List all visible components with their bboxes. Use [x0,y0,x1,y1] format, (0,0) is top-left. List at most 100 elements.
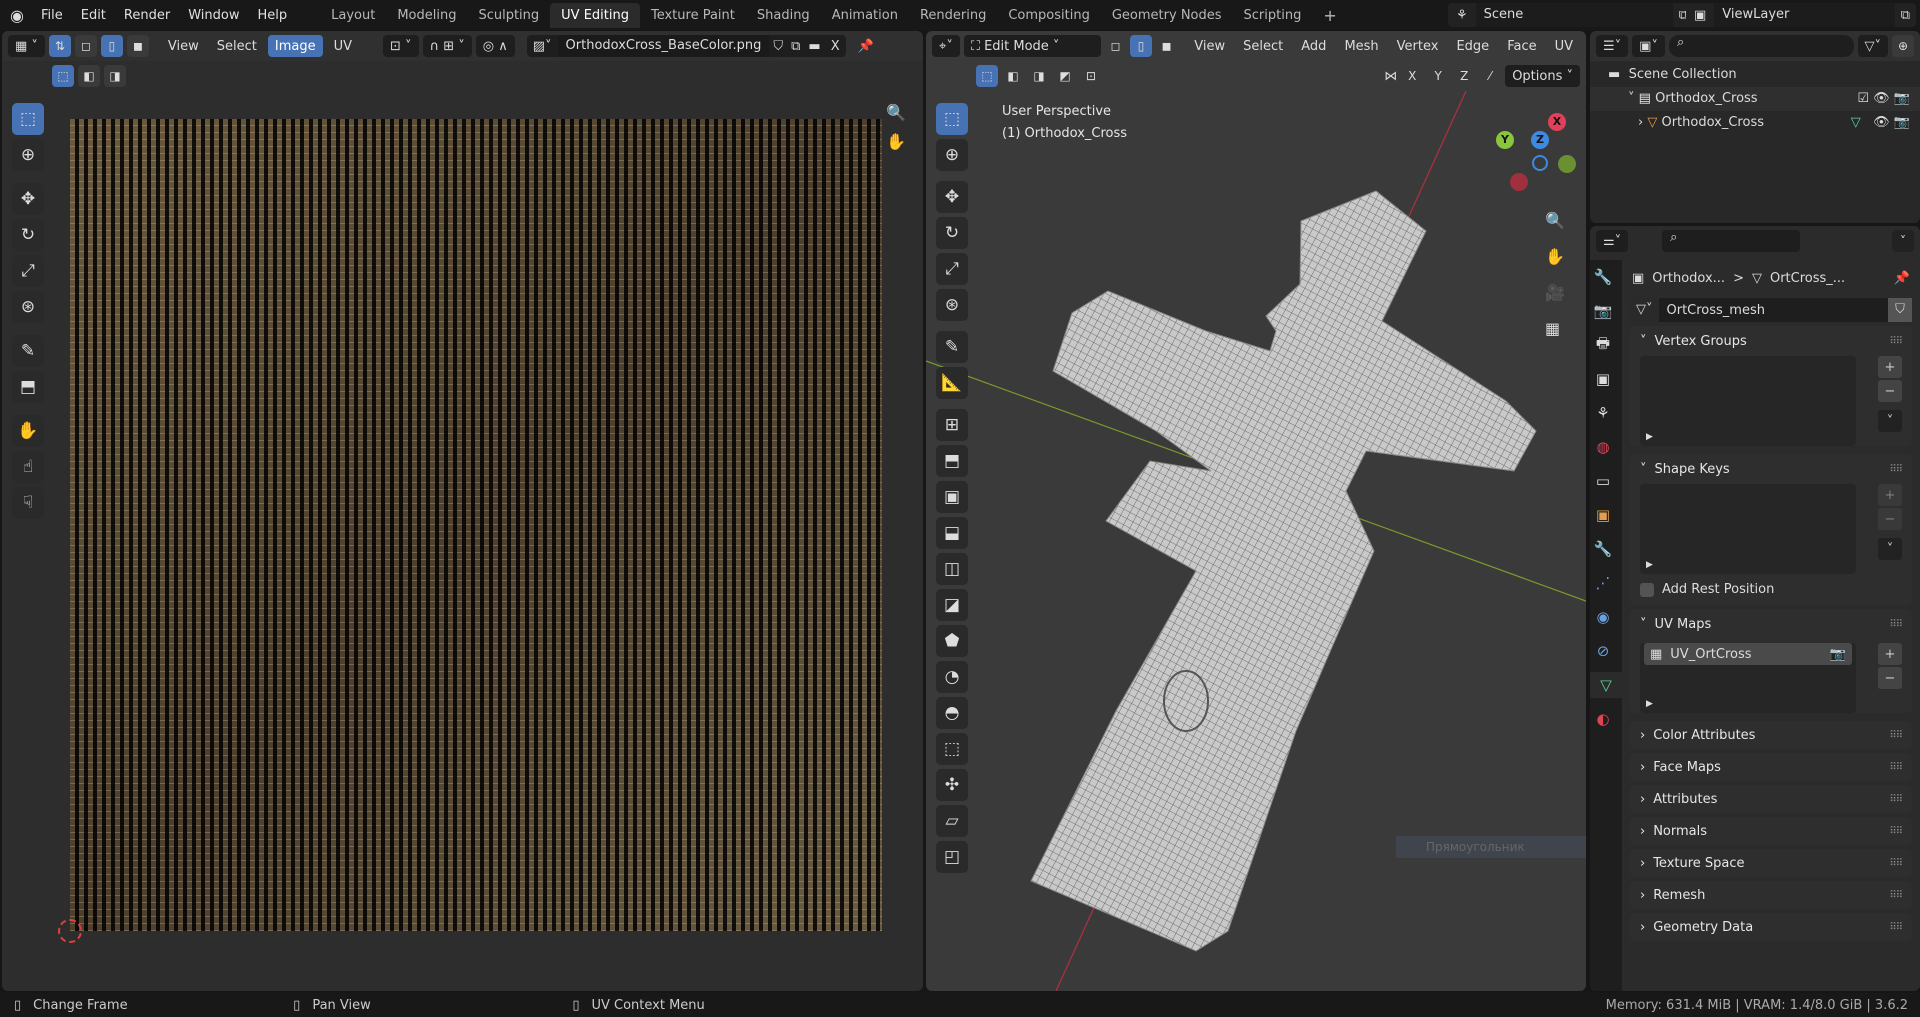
tab-scripting[interactable]: Scripting [1233,3,1313,28]
object-tab-icon[interactable]: ▣ [1590,502,1616,528]
navigation-gizmo[interactable]: Y Z X [1496,109,1576,191]
relax-tool-icon[interactable]: ☝ [12,451,44,483]
drag-handle-icon[interactable]: ⠿⠿ [1889,858,1903,869]
add-icon[interactable]: + [1878,643,1902,665]
gizmo-z[interactable]: Z [1531,131,1549,149]
panel-header[interactable]: › Color Attributes ⠿⠿ [1630,721,1912,749]
add-cube-tool-icon[interactable]: ⊞ [936,409,968,441]
outliner-object-row[interactable]: › ▽ Orthodox_Cross ▽ 👁 📷 [1608,111,1920,135]
outliner-scene-collection[interactable]: ▬ Scene Collection [1608,63,1920,87]
editor-type-icon[interactable]: ⚌˅ [1596,230,1629,252]
tab-rendering[interactable]: Rendering [909,3,997,28]
editor-type-icon[interactable]: ▦ ˅ [8,35,45,57]
options-chevron-icon[interactable]: ˅ [1892,230,1914,252]
drag-handle-icon[interactable]: ⠿⠿ [1889,890,1903,901]
view-layer-tab-icon[interactable]: ▣ [1590,366,1616,392]
poly-build-tool-icon[interactable]: ⬟ [936,625,968,657]
remove-icon[interactable]: − [1878,667,1902,689]
shear-tool-icon[interactable]: ▱ [936,805,968,837]
checkbox-icon[interactable]: ☑ [1857,91,1869,106]
add-rest-position-row[interactable]: Add Rest Position [1630,582,1912,605]
gizmo-y[interactable]: Y [1496,131,1514,149]
tab-layout[interactable]: Layout [320,3,386,28]
mesh-browse-icon[interactable]: ▽˅ [1630,298,1659,322]
mesh-data-icon[interactable]: ▽ [1851,115,1861,130]
new-image-icon[interactable]: ⧉ [787,39,804,54]
scene-tab-icon[interactable]: ⚘ [1590,400,1616,426]
move-tool-icon[interactable]: ✥ [936,181,968,213]
shrink-fatten-tool-icon[interactable]: ✣ [936,769,968,801]
unlink-image-button[interactable]: X [825,39,846,54]
annotate-tool-icon[interactable]: ✎ [936,331,968,363]
viewlayer-selector[interactable]: ▣ ViewLayer ⧉ [1686,3,1916,27]
mesh-name-input[interactable]: OrtCross_mesh [1659,303,1889,318]
select-subtract-icon[interactable]: ◨ [104,65,126,87]
chevron-down-icon[interactable]: ˅ [1878,538,1902,560]
output-tab-icon[interactable]: 🖶 [1590,332,1616,358]
loop-cut-tool-icon[interactable]: ◫ [936,553,968,585]
rip-tool-icon[interactable]: ⬒ [12,371,44,403]
image-name-field[interactable]: OrthodoxCross_BaseColor.png [557,35,770,57]
zoom-icon[interactable]: 🔍 [886,103,906,122]
data-tab-icon[interactable]: ▽ [1590,672,1622,698]
checkbox[interactable] [1640,582,1654,597]
menu-image[interactable]: Image [267,35,323,57]
modifier-tab-icon[interactable]: 🔧 [1590,536,1616,562]
inset-tool-icon[interactable]: ▣ [936,481,968,513]
drag-handle-icon[interactable]: ⠿⠿ [1889,922,1903,933]
menu-select[interactable]: Select [210,35,264,57]
shape-keys-list[interactable]: ▶ [1640,484,1856,574]
drag-handle-icon[interactable]: ⠿⠿ [1889,619,1903,630]
panel-header[interactable]: › Texture Space ⠿⠿ [1630,849,1912,877]
tab-geometry-nodes[interactable]: Geometry Nodes [1101,3,1233,28]
select-box-tool-icon[interactable]: ⬚ [12,103,44,135]
edge-slide-tool-icon[interactable]: ⬚ [936,733,968,765]
drag-handle-icon[interactable]: ⠿⠿ [1889,762,1903,773]
viewlayer-name[interactable]: ViewLayer [1714,3,1895,27]
add-workspace-button[interactable]: + [1312,1,1347,30]
world-tab-icon[interactable]: ◍ [1590,434,1616,460]
bevel-tool-icon[interactable]: ⬓ [936,517,968,549]
drag-handle-icon[interactable]: ⠿⠿ [1889,464,1903,475]
material-tab-icon[interactable]: ◐ [1590,706,1616,732]
move-tool-icon[interactable]: ✥ [12,183,44,215]
select-extend-icon[interactable]: ◧ [78,65,100,87]
uv-2d-cursor-icon[interactable] [58,919,82,943]
uv-map-name[interactable]: UV_OrtCross [1670,647,1751,662]
camera-icon[interactable]: 📷 [1894,91,1910,106]
cursor-tool-icon[interactable]: ⊕ [936,139,968,171]
panel-header[interactable]: › Normals ⠿⠿ [1630,817,1912,845]
properties-search[interactable]: ⌕ [1662,230,1801,252]
drag-handle-icon[interactable]: ⠿⠿ [1889,336,1903,347]
collection-tab-icon[interactable]: ▭ [1590,468,1616,494]
tab-shading[interactable]: Shading [746,3,821,28]
expand-arrow-icon[interactable]: › [1638,111,1647,135]
chevron-down-icon[interactable]: ˅ [1878,410,1902,432]
image-icon[interactable]: ▨˅ [527,39,558,54]
pinch-tool-icon[interactable]: ☟ [12,487,44,519]
select-box-tool-icon[interactable]: ⬚ [936,103,968,135]
gizmo-neg-z[interactable] [1532,155,1548,171]
render-camera-icon[interactable]: 📷 [1830,647,1846,662]
eye-icon[interactable]: 👁 [1873,115,1890,130]
blender-logo-icon[interactable]: ◉ [0,6,32,25]
menu-render[interactable]: Render [115,8,179,23]
scene-name[interactable]: Scene [1475,3,1673,27]
smooth-tool-icon[interactable]: ◓ [936,697,968,729]
spin-tool-icon[interactable]: ◔ [936,661,968,693]
edge-select-icon[interactable]: ▯ [100,35,123,57]
face-select-icon[interactable]: ◼ [126,35,149,57]
rotate-tool-icon[interactable]: ↻ [12,219,44,251]
pan-hand-icon[interactable]: ✋ [1545,239,1565,275]
expand-arrow-icon[interactable]: ˅ [1628,87,1639,111]
panel-header[interactable]: › Face Maps ⠿⠿ [1630,753,1912,781]
menu-edit[interactable]: Edit [72,8,115,23]
remove-icon[interactable]: − [1878,380,1902,402]
fake-user-icon[interactable]: ⛉ [769,39,787,54]
drag-handle-icon[interactable]: ⠿⠿ [1889,794,1903,805]
menu-help[interactable]: Help [248,8,296,23]
remove-icon[interactable]: − [1878,508,1902,530]
gizmo-neg-x[interactable] [1510,173,1528,191]
scale-tool-icon[interactable]: ⤢ [936,253,968,285]
open-image-icon[interactable]: ▬ [804,39,824,54]
